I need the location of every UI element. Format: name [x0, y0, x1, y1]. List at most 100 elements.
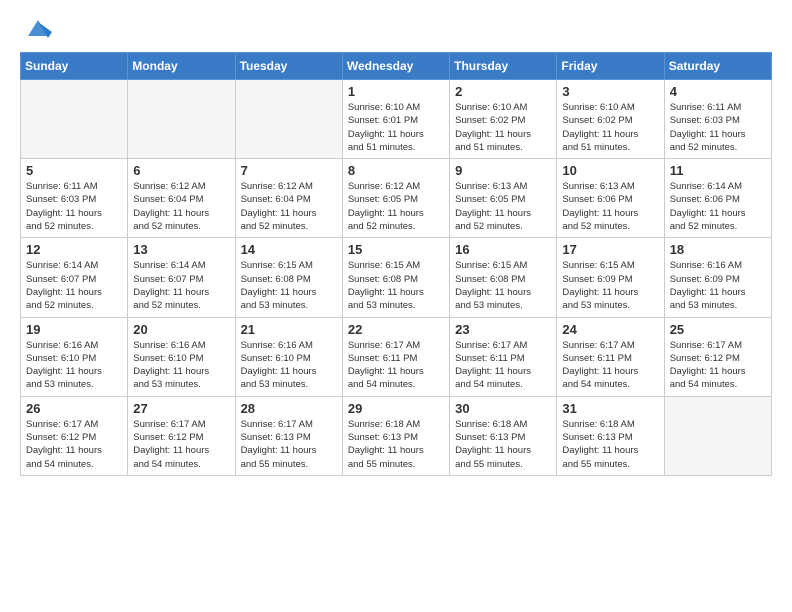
- day-info: Sunrise: 6:16 AM Sunset: 6:10 PM Dayligh…: [133, 339, 229, 392]
- calendar-week-row: 1 Sunrise: 6:10 AM Sunset: 6:01 PM Daylig…: [21, 80, 772, 159]
- calendar-week-row: 12 Sunrise: 6:14 AM Sunset: 6:07 PM Dayli…: [21, 238, 772, 317]
- day-number: 17: [562, 242, 658, 257]
- calendar-cell: 22 Sunrise: 6:17 AM Sunset: 6:11 PM Dayli…: [342, 317, 449, 396]
- calendar-header-thursday: Thursday: [450, 53, 557, 80]
- day-number: 6: [133, 163, 229, 178]
- day-number: 12: [26, 242, 122, 257]
- calendar-week-row: 26 Sunrise: 6:17 AM Sunset: 6:12 PM Dayli…: [21, 396, 772, 475]
- day-number: 30: [455, 401, 551, 416]
- calendar-cell: 10 Sunrise: 6:13 AM Sunset: 6:06 PM Dayli…: [557, 159, 664, 238]
- calendar-week-row: 19 Sunrise: 6:16 AM Sunset: 6:10 PM Dayli…: [21, 317, 772, 396]
- day-info: Sunrise: 6:12 AM Sunset: 6:04 PM Dayligh…: [133, 180, 229, 233]
- day-info: Sunrise: 6:17 AM Sunset: 6:12 PM Dayligh…: [26, 418, 122, 471]
- calendar-cell: 1 Sunrise: 6:10 AM Sunset: 6:01 PM Daylig…: [342, 80, 449, 159]
- calendar-week-row: 5Sunrise: 6:11 AM Sunset: 6:03 PM Daylig…: [21, 159, 772, 238]
- day-number: 20: [133, 322, 229, 337]
- day-number: 27: [133, 401, 229, 416]
- calendar-header-tuesday: Tuesday: [235, 53, 342, 80]
- day-info: Sunrise: 6:13 AM Sunset: 6:06 PM Dayligh…: [562, 180, 658, 233]
- calendar-header-wednesday: Wednesday: [342, 53, 449, 80]
- header: [20, 16, 772, 42]
- day-info: Sunrise: 6:17 AM Sunset: 6:11 PM Dayligh…: [348, 339, 444, 392]
- day-info: Sunrise: 6:12 AM Sunset: 6:04 PM Dayligh…: [241, 180, 337, 233]
- day-number: 1: [348, 84, 444, 99]
- calendar-cell: 8 Sunrise: 6:12 AM Sunset: 6:05 PM Daylig…: [342, 159, 449, 238]
- calendar-cell: 29 Sunrise: 6:18 AM Sunset: 6:13 PM Dayli…: [342, 396, 449, 475]
- day-info: Sunrise: 6:15 AM Sunset: 6:08 PM Dayligh…: [455, 259, 551, 312]
- day-info: Sunrise: 6:14 AM Sunset: 6:07 PM Dayligh…: [133, 259, 229, 312]
- day-number: 3: [562, 84, 658, 99]
- calendar-cell: 16 Sunrise: 6:15 AM Sunset: 6:08 PM Dayli…: [450, 238, 557, 317]
- day-number: 29: [348, 401, 444, 416]
- day-number: 23: [455, 322, 551, 337]
- calendar-cell: 23 Sunrise: 6:17 AM Sunset: 6:11 PM Dayli…: [450, 317, 557, 396]
- calendar-cell: 31Sunrise: 6:18 AM Sunset: 6:13 PM Dayli…: [557, 396, 664, 475]
- day-info: Sunrise: 6:15 AM Sunset: 6:09 PM Dayligh…: [562, 259, 658, 312]
- day-number: 19: [26, 322, 122, 337]
- day-number: 10: [562, 163, 658, 178]
- calendar-table: SundayMondayTuesdayWednesdayThursdayFrid…: [20, 52, 772, 476]
- calendar-cell: 21Sunrise: 6:16 AM Sunset: 6:10 PM Dayli…: [235, 317, 342, 396]
- day-number: 13: [133, 242, 229, 257]
- calendar-cell: 6 Sunrise: 6:12 AM Sunset: 6:04 PM Daylig…: [128, 159, 235, 238]
- day-info: Sunrise: 6:12 AM Sunset: 6:05 PM Dayligh…: [348, 180, 444, 233]
- day-info: Sunrise: 6:13 AM Sunset: 6:05 PM Dayligh…: [455, 180, 551, 233]
- calendar-cell: 28 Sunrise: 6:17 AM Sunset: 6:13 PM Dayli…: [235, 396, 342, 475]
- calendar-cell: 19 Sunrise: 6:16 AM Sunset: 6:10 PM Dayli…: [21, 317, 128, 396]
- day-number: 31: [562, 401, 658, 416]
- calendar-cell: 27 Sunrise: 6:17 AM Sunset: 6:12 PM Dayli…: [128, 396, 235, 475]
- calendar-cell: 14Sunrise: 6:15 AM Sunset: 6:08 PM Dayli…: [235, 238, 342, 317]
- logo: [20, 16, 52, 42]
- calendar-cell: 30 Sunrise: 6:18 AM Sunset: 6:13 PM Dayli…: [450, 396, 557, 475]
- day-info: Sunrise: 6:14 AM Sunset: 6:06 PM Dayligh…: [670, 180, 766, 233]
- calendar-cell: 20 Sunrise: 6:16 AM Sunset: 6:10 PM Dayli…: [128, 317, 235, 396]
- day-number: 15: [348, 242, 444, 257]
- calendar-cell: 26 Sunrise: 6:17 AM Sunset: 6:12 PM Dayli…: [21, 396, 128, 475]
- day-info: Sunrise: 6:10 AM Sunset: 6:02 PM Dayligh…: [455, 101, 551, 154]
- day-number: 9: [455, 163, 551, 178]
- day-info: Sunrise: 6:10 AM Sunset: 6:02 PM Dayligh…: [562, 101, 658, 154]
- day-number: 7: [241, 163, 337, 178]
- day-number: 2: [455, 84, 551, 99]
- day-info: Sunrise: 6:10 AM Sunset: 6:01 PM Dayligh…: [348, 101, 444, 154]
- day-number: 5: [26, 163, 122, 178]
- calendar-cell: 18Sunrise: 6:16 AM Sunset: 6:09 PM Dayli…: [664, 238, 771, 317]
- day-info: Sunrise: 6:17 AM Sunset: 6:11 PM Dayligh…: [562, 339, 658, 392]
- day-info: Sunrise: 6:18 AM Sunset: 6:13 PM Dayligh…: [348, 418, 444, 471]
- day-number: 28: [241, 401, 337, 416]
- day-number: 4: [670, 84, 766, 99]
- calendar-cell: [128, 80, 235, 159]
- calendar-cell: 2 Sunrise: 6:10 AM Sunset: 6:02 PM Daylig…: [450, 80, 557, 159]
- calendar-header-sunday: Sunday: [21, 53, 128, 80]
- day-info: Sunrise: 6:14 AM Sunset: 6:07 PM Dayligh…: [26, 259, 122, 312]
- calendar-cell: 9 Sunrise: 6:13 AM Sunset: 6:05 PM Daylig…: [450, 159, 557, 238]
- day-info: Sunrise: 6:17 AM Sunset: 6:12 PM Dayligh…: [133, 418, 229, 471]
- calendar-cell: 3 Sunrise: 6:10 AM Sunset: 6:02 PM Daylig…: [557, 80, 664, 159]
- calendar-cell: 15 Sunrise: 6:15 AM Sunset: 6:08 PM Dayli…: [342, 238, 449, 317]
- calendar-cell: 13 Sunrise: 6:14 AM Sunset: 6:07 PM Dayli…: [128, 238, 235, 317]
- calendar-cell: 7 Sunrise: 6:12 AM Sunset: 6:04 PM Daylig…: [235, 159, 342, 238]
- day-number: 22: [348, 322, 444, 337]
- day-info: Sunrise: 6:17 AM Sunset: 6:11 PM Dayligh…: [455, 339, 551, 392]
- day-number: 11: [670, 163, 766, 178]
- page: SundayMondayTuesdayWednesdayThursdayFrid…: [0, 0, 792, 612]
- day-number: 16: [455, 242, 551, 257]
- calendar-cell: 25Sunrise: 6:17 AM Sunset: 6:12 PM Dayli…: [664, 317, 771, 396]
- calendar-cell: [21, 80, 128, 159]
- day-info: Sunrise: 6:18 AM Sunset: 6:13 PM Dayligh…: [455, 418, 551, 471]
- day-number: 18: [670, 242, 766, 257]
- day-info: Sunrise: 6:16 AM Sunset: 6:10 PM Dayligh…: [26, 339, 122, 392]
- day-info: Sunrise: 6:15 AM Sunset: 6:08 PM Dayligh…: [348, 259, 444, 312]
- calendar-cell: 12 Sunrise: 6:14 AM Sunset: 6:07 PM Dayli…: [21, 238, 128, 317]
- calendar-cell: [235, 80, 342, 159]
- day-number: 14: [241, 242, 337, 257]
- calendar-cell: [664, 396, 771, 475]
- calendar-header-row: SundayMondayTuesdayWednesdayThursdayFrid…: [21, 53, 772, 80]
- day-number: 21: [241, 322, 337, 337]
- day-number: 8: [348, 163, 444, 178]
- day-info: Sunrise: 6:17 AM Sunset: 6:13 PM Dayligh…: [241, 418, 337, 471]
- calendar-header-monday: Monday: [128, 53, 235, 80]
- calendar-cell: 5Sunrise: 6:11 AM Sunset: 6:03 PM Daylig…: [21, 159, 128, 238]
- calendar-header-friday: Friday: [557, 53, 664, 80]
- day-number: 26: [26, 401, 122, 416]
